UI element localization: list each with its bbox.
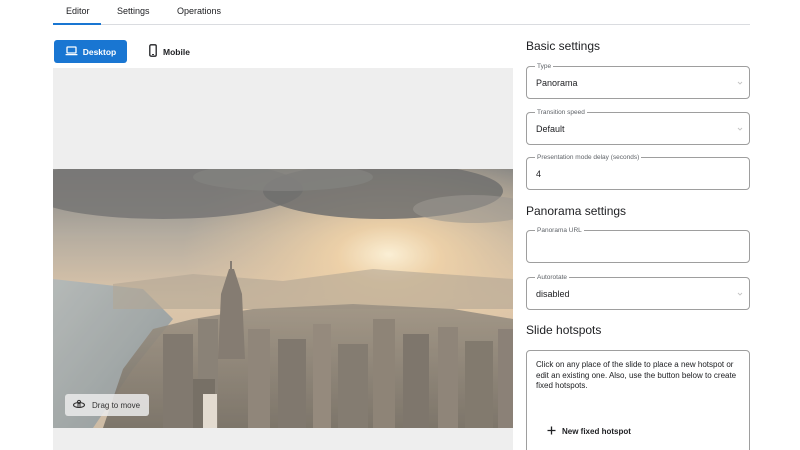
- tab-editor[interactable]: Editor: [53, 6, 101, 25]
- transition-speed-value: Default: [536, 124, 565, 134]
- hotspots-description: Click on any place of the slide to place…: [536, 360, 737, 390]
- smartphone-icon: [149, 44, 157, 59]
- mobile-button-label: Mobile: [163, 46, 190, 57]
- new-fixed-hotspot-label: New fixed hotspot: [562, 426, 631, 436]
- drag-360-icon: [72, 399, 86, 411]
- type-value: Panorama: [536, 78, 578, 88]
- hotspots-panel: Click on any place of the slide to place…: [526, 350, 750, 450]
- panorama-url-input[interactable]: [536, 240, 736, 254]
- presentation-delay-field[interactable]: Presentation mode delay (seconds) 4: [526, 153, 750, 190]
- panorama-url-field[interactable]: Panorama URL: [526, 226, 750, 263]
- chevron-down-icon: [737, 80, 743, 86]
- transition-speed-label: Transition speed: [535, 108, 587, 117]
- type-select[interactable]: Type Panorama: [526, 62, 750, 99]
- panorama-settings-title: Panorama settings: [526, 204, 627, 218]
- type-label: Type: [535, 62, 554, 71]
- slide-preview[interactable]: Drag to move: [53, 68, 513, 450]
- desktop-button-label: Desktop: [82, 46, 117, 57]
- tab-operations[interactable]: Operations: [177, 6, 221, 16]
- desktop-button[interactable]: Desktop: [54, 40, 127, 63]
- laptop-icon: [65, 45, 78, 58]
- drag-to-move-hint[interactable]: Drag to move: [65, 394, 150, 416]
- slide-hotspots-title: Slide hotspots: [526, 323, 602, 337]
- presentation-delay-label: Presentation mode delay (seconds): [535, 153, 642, 162]
- autorotate-select[interactable]: Autorotate disabled: [526, 273, 750, 310]
- autorotate-value: disabled: [536, 289, 570, 299]
- tab-settings[interactable]: Settings: [117, 6, 150, 16]
- autorotate-label: Autorotate: [535, 273, 569, 282]
- basic-settings-title: Basic settings: [526, 39, 601, 53]
- transition-speed-select[interactable]: Transition speed Default: [526, 108, 750, 145]
- chevron-down-icon: [737, 126, 743, 132]
- mobile-button[interactable]: Mobile: [146, 40, 206, 63]
- chevron-down-icon: [737, 291, 743, 297]
- panorama-image[interactable]: Drag to move: [53, 169, 513, 428]
- tab-bar: Editor Settings Operations: [53, 0, 750, 25]
- plus-icon: [547, 426, 556, 437]
- presentation-delay-value: 4: [536, 169, 542, 179]
- drag-hint-label: Drag to move: [92, 400, 141, 410]
- new-fixed-hotspot-button[interactable]: New fixed hotspot: [547, 423, 631, 439]
- panorama-url-label: Panorama URL: [535, 226, 584, 235]
